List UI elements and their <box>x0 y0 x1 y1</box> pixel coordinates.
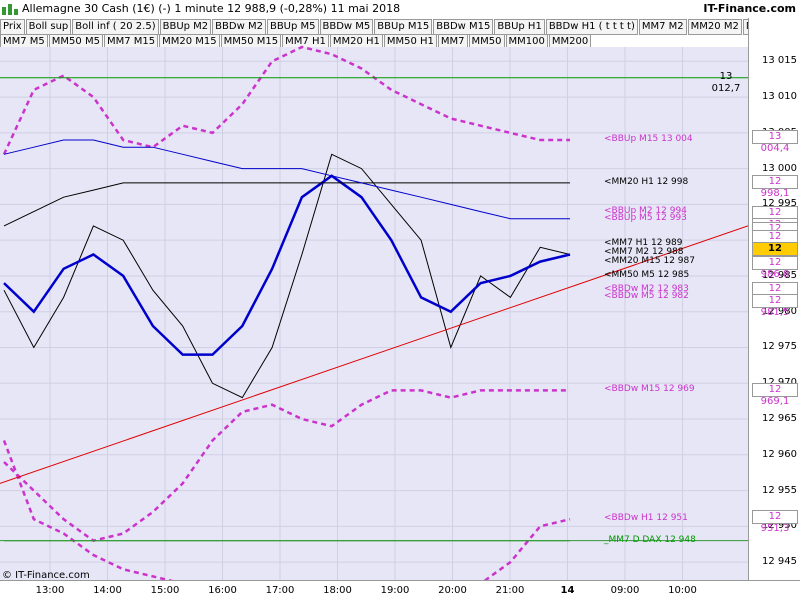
x-tick-label-2: 15:00 <box>150 585 180 596</box>
right-value-box-8: 12 986,8 <box>752 256 798 280</box>
series-line-1 <box>3 389 570 543</box>
indicator-label-10: <BBDw M15 12 969 <box>604 384 695 395</box>
y-tick-label-12: 12 955 <box>762 484 797 496</box>
y-tick-label-11: 12 960 <box>762 448 797 460</box>
right-value-box-2: 12 998,1 <box>752 175 798 199</box>
x-tick-label-7: 20:00 <box>438 585 467 596</box>
series-line-0 <box>2 45 570 155</box>
indicator-label-3: <BBUp M5 12 993 <box>604 212 687 223</box>
indicator-label-7: <MM50 M5 12 985 <box>604 269 690 280</box>
x-tick-label-5: 18:00 <box>323 585 352 596</box>
x-tick-label-3: 16:00 <box>208 585 237 596</box>
chart-window: { "header": { "title": "Allemagne 30 Cas… <box>0 0 800 601</box>
x-tick-label-1: 14:00 <box>93 585 122 596</box>
indicator-label-9: <BBDw M5 12 982 <box>604 291 689 302</box>
right-value-box-1: 13 004,4 <box>752 130 798 154</box>
y-tick-label-8: 12 975 <box>762 341 797 353</box>
y-tick-label-0: 13 015 <box>762 55 797 67</box>
y-tick-label-3: 13 000 <box>762 162 797 174</box>
x-tick-label-0: 13:00 <box>35 585 65 596</box>
y-tick-label-1: 13 010 <box>762 91 797 103</box>
x-tick-label-9: 14 <box>560 585 575 596</box>
right-value-box-7: 12 988,7 <box>752 242 798 266</box>
x-tick-label-4: 17:00 <box>265 585 295 596</box>
right-value-box-11: 12 969,1 <box>752 382 798 407</box>
indicator-label-12: _MM7 D DAX 12 948 <box>604 534 696 545</box>
indicator-label-11: <BBDw H1 12 951 <box>604 513 688 524</box>
indicator-label-1: <MM20 H1 12 998 <box>604 176 689 187</box>
x-tick-label-6: 19:00 <box>380 585 410 596</box>
indicator-label-0: <BBUp M15 13 004 <box>604 134 693 144</box>
right-value-box-0: 13 012,7 <box>711 70 741 94</box>
indicator-label-6: <MM20 M15 12 987 <box>604 255 695 266</box>
series-line-6 <box>3 139 570 220</box>
copyright: © IT-Finance.com <box>2 570 90 581</box>
x-tick-label-10: 09:00 <box>610 585 640 596</box>
series-line-2 <box>2 440 571 580</box>
x-tick-label-8: 21:00 <box>495 585 525 596</box>
y-tick-label-14: 12 945 <box>762 556 797 568</box>
right-value-box-10: 12 981,5 <box>752 293 798 318</box>
y-tick-label-10: 12 965 <box>762 413 797 425</box>
series-line-4 <box>3 174 571 356</box>
time-axis: 13:00 14:00 15:00 16:00 17:00 18:00 19:00 20:00… <box>0 580 800 601</box>
x-tick-label-11: 10:00 <box>668 585 697 596</box>
right-value-box-12: 12 951,3 <box>752 510 798 534</box>
